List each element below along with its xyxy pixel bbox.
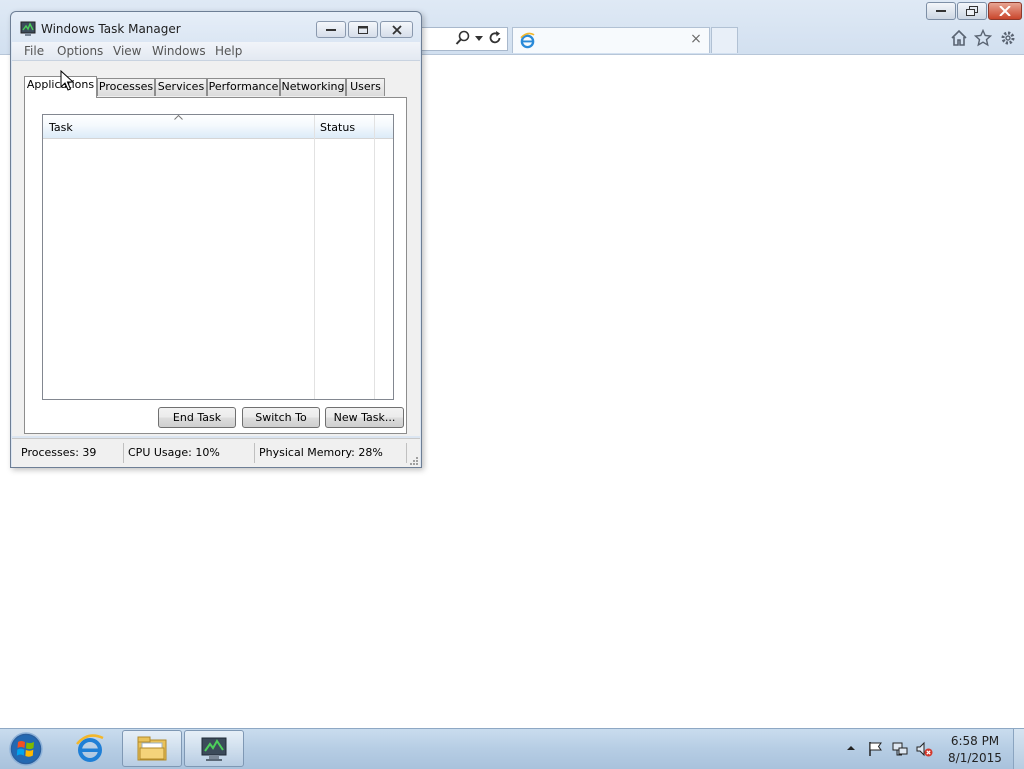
close-button[interactable] [380,21,413,38]
taskbar-task-manager[interactable] [184,730,244,767]
menu-options[interactable]: Options [57,43,103,59]
home-icon[interactable] [950,29,968,47]
browser-minimize-button[interactable] [926,2,956,20]
menu-windows[interactable]: Windows [152,43,206,59]
status-processes: Processes: 39 [21,446,97,459]
switch-to-button[interactable]: Switch To [242,407,320,428]
maximize-icon [358,25,368,34]
status-divider [254,443,255,463]
show-hidden-icons-arrow[interactable] [846,744,856,752]
menu-bar: File Options View Windows Help [12,42,420,61]
tools-gear-icon[interactable] [999,29,1017,47]
volume-muted-icon[interactable] [915,740,933,758]
new-tab-button[interactable] [711,27,738,53]
internet-explorer-icon [76,733,104,762]
windows-explorer-icon [137,736,167,760]
sort-ascending-icon [174,115,183,120]
menu-view[interactable]: View [113,43,141,59]
task-manager-icon [20,21,36,36]
taskbar: 6:58 PM 8/1/2015 [0,728,1024,769]
close-icon [391,25,402,34]
browser-close-button[interactable] [988,2,1022,20]
taskbar-internet-explorer[interactable] [60,730,120,767]
tab-users[interactable]: Users [346,78,385,96]
column-divider[interactable] [314,115,315,399]
tab-close-button[interactable]: × [689,31,703,47]
task-manager-body: Applications Processes Services Performa… [12,61,420,436]
network-icon[interactable] [891,740,909,758]
task-list[interactable]: Task Status [42,114,394,400]
minimize-icon [326,28,336,31]
status-divider [123,443,124,463]
clock-time[interactable]: 6:58 PM [938,734,1012,748]
show-desktop-button[interactable] [1013,729,1024,769]
internet-explorer-icon [520,32,535,49]
browser-restore-button[interactable] [957,2,987,20]
window-title: Windows Task Manager [41,22,181,36]
menu-help[interactable]: Help [215,43,242,59]
browser-tab[interactable]: × [512,27,710,53]
restore-icon [966,6,978,16]
status-physical-memory: Physical Memory: 28% [259,446,383,459]
column-header-task[interactable]: Task [49,121,73,134]
maximize-button[interactable] [348,21,378,38]
tab-services[interactable]: Services [155,78,207,96]
clock-date[interactable]: 8/1/2015 [938,751,1012,765]
tab-networking[interactable]: Networking [280,78,346,96]
favorites-star-icon[interactable] [974,29,992,47]
status-bar: Processes: 39 CPU Usage: 10% Physical Me… [12,438,420,467]
list-header: Task Status [43,115,393,139]
status-cpu-usage: CPU Usage: 10% [128,446,220,459]
action-center-flag-icon[interactable] [867,740,885,758]
end-task-button[interactable]: End Task [158,407,236,428]
dropdown-arrow-icon[interactable] [474,31,484,45]
tab-performance[interactable]: Performance [207,78,280,96]
new-task-button[interactable]: New Task... [325,407,404,428]
menu-file[interactable]: File [24,43,44,59]
minimize-icon [936,10,946,12]
applications-panel: Task Status End Task Switch To New Task.… [24,97,407,434]
tab-processes[interactable]: Processes [97,78,155,96]
column-divider[interactable] [374,115,375,399]
minimize-button[interactable] [316,21,346,38]
taskbar-windows-explorer[interactable] [122,730,182,767]
mouse-cursor-icon [60,70,74,91]
close-icon [999,6,1011,16]
resize-grip-icon[interactable] [408,455,418,465]
search-icon[interactable] [455,30,471,46]
status-divider [406,443,407,463]
refresh-icon[interactable] [487,30,503,46]
task-manager-icon [201,737,227,761]
column-header-status[interactable]: Status [320,121,355,134]
start-orb-icon[interactable] [6,730,46,768]
